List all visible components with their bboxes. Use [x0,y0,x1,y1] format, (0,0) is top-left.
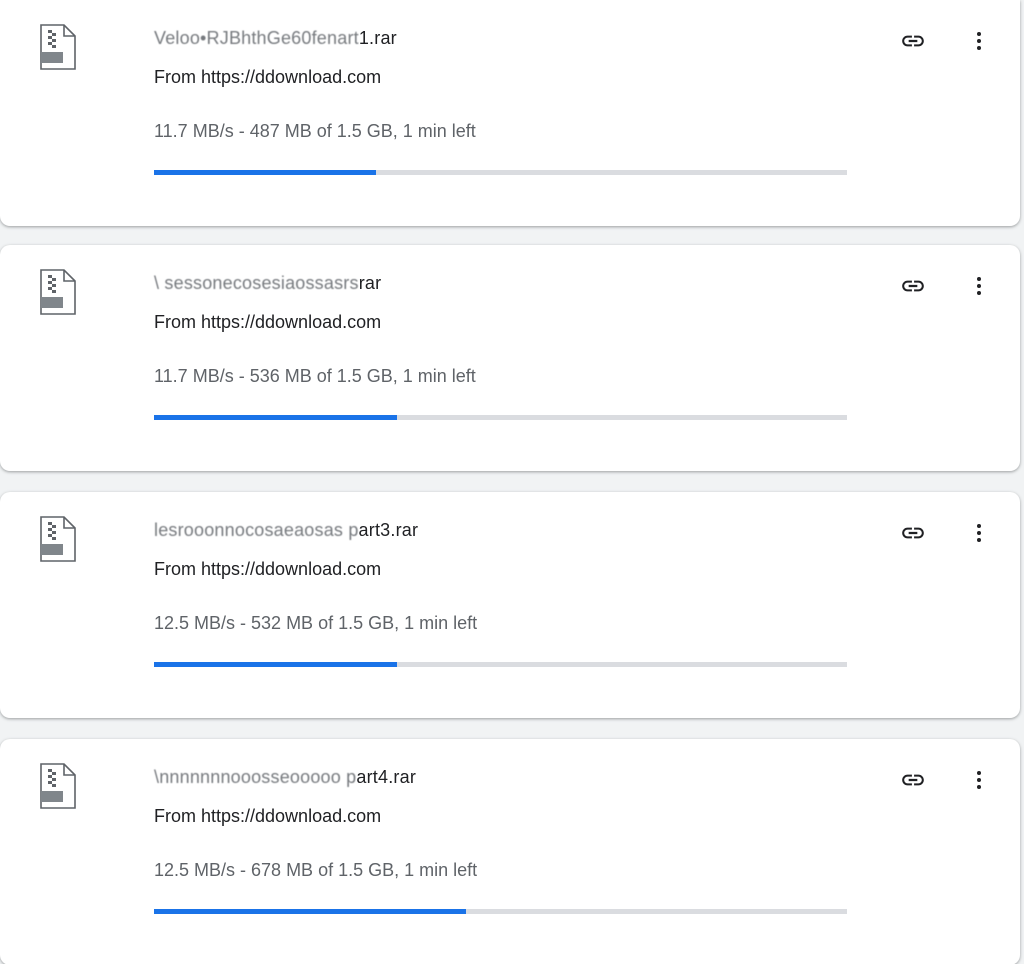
downloads-list: Veloo•RJBhthGe60fenart1.rar From https:/… [0,0,1024,964]
progress-fill [154,170,376,175]
more-vert-icon [977,524,981,542]
link-icon [902,280,924,292]
more-vert-icon [977,277,981,295]
more-vert-icon [977,32,981,50]
download-source: From https://ddownload.com [154,67,382,87]
zip-file-icon [40,763,76,809]
progress-fill [154,662,397,667]
more-actions-button[interactable] [964,24,994,58]
file-name-visible: art4.rar [356,767,417,787]
file-name-obscured: Veloo•RJBhthGe60fenart [154,28,359,48]
file-name[interactable]: \ sessonecosesiaossasrsrar [154,273,381,294]
file-name-obscured: \ sessonecosesiaossasrs [154,273,359,293]
download-status: 12.5 MB/s - 678 MB of 1.5 GB, 1 min left [154,860,478,880]
file-name-obscured: lesrooonnocosaeaosas p [154,520,359,540]
download-status: 12.5 MB/s - 532 MB of 1.5 GB, 1 min left [154,613,478,633]
download-item[interactable]: \nnnnnnnooosseooooo part4.rar From https… [0,739,1020,964]
more-actions-button[interactable] [964,516,994,550]
file-name-obscured: \nnnnnnnooosseooooo p [154,767,357,787]
file-name-visible: rar [358,273,382,293]
link-icon [902,774,924,786]
progress-bar [154,909,847,914]
file-name[interactable]: \nnnnnnnooosseooooo part4.rar [154,767,416,788]
download-status: 11.7 MB/s - 487 MB of 1.5 GB, 1 min left [154,121,476,141]
more-actions-button[interactable] [964,269,994,303]
download-source: From https://ddownload.com [154,312,382,332]
link-icon [902,35,924,47]
file-name-visible: art3.rar [358,520,419,540]
zip-file-icon [40,269,76,315]
copy-link-button[interactable] [896,763,930,797]
progress-fill [154,415,397,420]
more-actions-button[interactable] [964,763,994,797]
copy-link-button[interactable] [896,24,930,58]
download-status: 11.7 MB/s - 536 MB of 1.5 GB, 1 min left [154,366,476,386]
copy-link-button[interactable] [896,516,930,550]
download-item[interactable]: Veloo•RJBhthGe60fenart1.rar From https:/… [0,0,1020,226]
download-source: From https://ddownload.com [154,806,382,826]
file-name[interactable]: Veloo•RJBhthGe60fenart1.rar [154,28,397,49]
download-source: From https://ddownload.com [154,559,382,579]
progress-bar [154,170,847,175]
download-item[interactable]: lesrooonnocosaeaosas part3.rar From http… [0,492,1020,718]
download-item[interactable]: \ sessonecosesiaossasrsrar From https://… [0,245,1020,471]
copy-link-button[interactable] [896,269,930,303]
more-vert-icon [977,771,981,789]
zip-file-icon [40,24,76,70]
file-name-visible: 1.rar [358,28,397,48]
progress-bar [154,662,847,667]
file-name[interactable]: lesrooonnocosaeaosas part3.rar [154,520,418,541]
progress-fill [154,909,466,914]
link-icon [902,527,924,539]
zip-file-icon [40,516,76,562]
progress-bar [154,415,847,420]
